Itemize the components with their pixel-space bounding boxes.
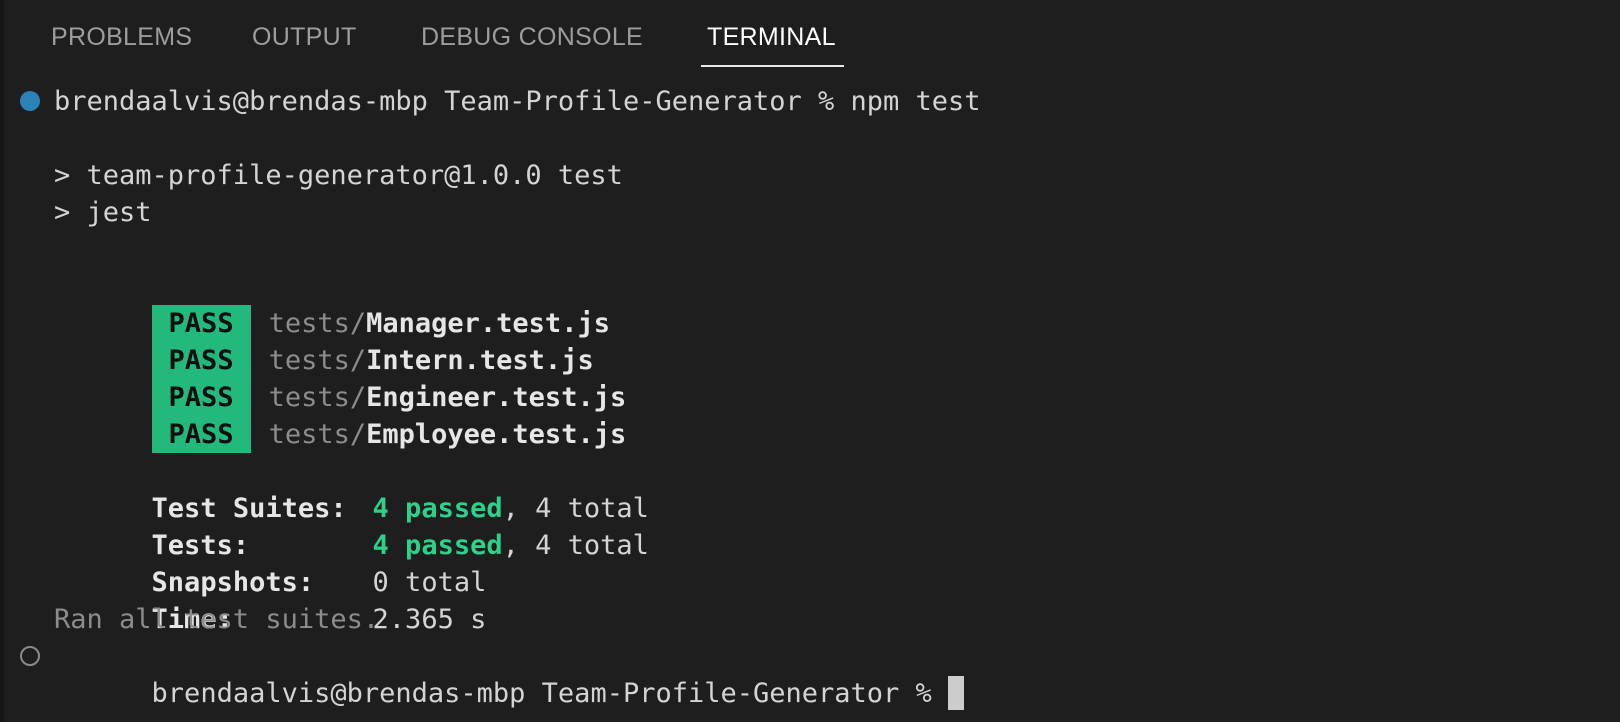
text-cursor <box>948 675 965 710</box>
tab-debug-console[interactable]: DEBUG CONSOLE <box>421 20 643 68</box>
prompt-text: brendaalvis@brendas-mbp Team-Profile-Gen… <box>151 678 949 709</box>
test-result-row: PASS tests/Employee.test.js <box>54 379 626 453</box>
active-tab-indicator <box>701 65 844 67</box>
tab-problems[interactable]: PROBLEMS <box>51 20 192 68</box>
prompt-command-line: brendaalvis@brendas-mbp Team-Profile-Gen… <box>54 86 981 117</box>
total-count: , 4 total <box>502 530 649 561</box>
terminal-panel: PROBLEMS OUTPUT DEBUG CONSOLE TERMINAL b… <box>0 0 1620 722</box>
pass-badge: PASS <box>151 416 251 453</box>
test-dir: tests/ <box>268 419 367 450</box>
panel-tab-bar: PROBLEMS OUTPUT DEBUG CONSOLE TERMINAL <box>4 0 1620 70</box>
jest-line: > jest <box>54 197 152 228</box>
summary-suites-line: Test Suites: 4 passed, 4 total <box>54 453 649 524</box>
ran-all-line: Ran all test suites. <box>54 604 380 635</box>
test-result-row: PASS tests/Engineer.test.js <box>54 342 626 416</box>
test-result-row: PASS tests/Manager.test.js <box>54 268 610 342</box>
tab-terminal[interactable]: TERMINAL <box>707 20 836 68</box>
test-result-row: PASS tests/Intern.test.js <box>54 305 594 379</box>
command-pending-dot-icon[interactable] <box>20 646 40 666</box>
test-file: Employee.test.js <box>366 419 627 450</box>
command-success-dot-icon[interactable] <box>20 91 40 111</box>
summary-snapshots-line: Snapshots: 0 total <box>54 527 487 598</box>
npm-script-line: > team-profile-generator@1.0.0 test <box>54 160 623 191</box>
time-value: 2.365 s <box>372 604 487 635</box>
summary-tests-line: Tests: 4 passed, 4 total <box>54 490 649 561</box>
prompt-line-current: brendaalvis@brendas-mbp Team-Profile-Gen… <box>54 638 965 710</box>
tab-output[interactable]: OUTPUT <box>252 20 357 68</box>
summary-time-line: Time: 2.365 s <box>54 564 487 635</box>
